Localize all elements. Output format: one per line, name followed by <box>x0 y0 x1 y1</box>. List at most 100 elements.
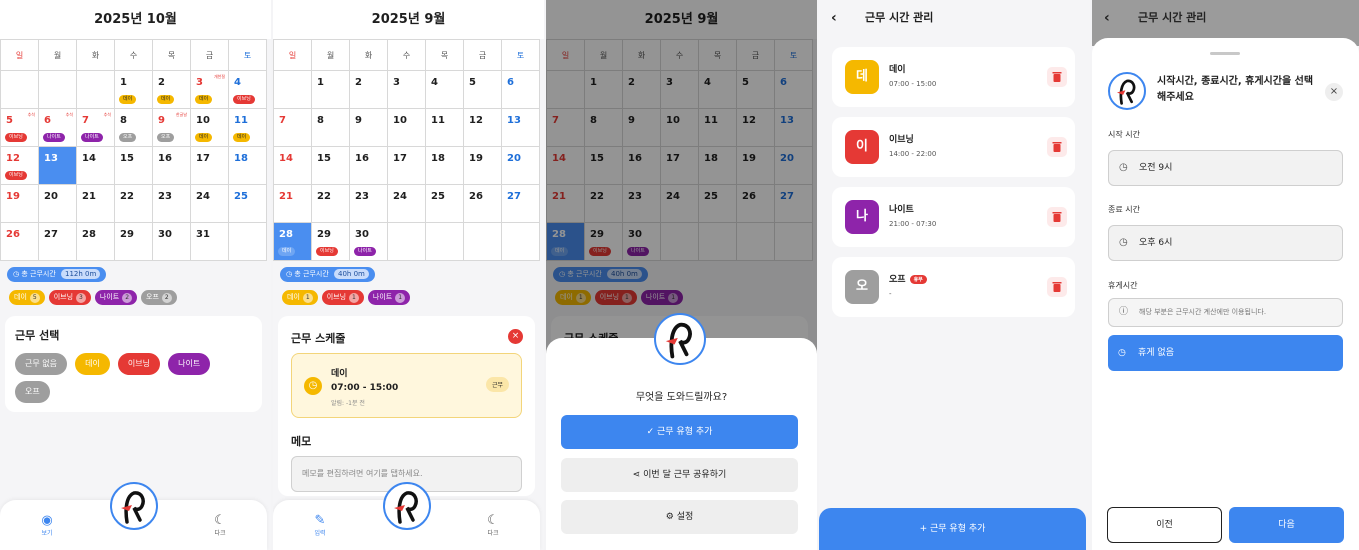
day-cell[interactable]: 20 <box>39 185 77 223</box>
select-evening-button[interactable]: 이브닝 <box>117 353 160 375</box>
day-cell-empty <box>502 223 540 261</box>
day-cell[interactable]: 8 <box>312 109 350 147</box>
mascot-button[interactable] <box>383 482 431 530</box>
day-cell[interactable]: 12 <box>464 109 502 147</box>
next-button[interactable]: 다음 <box>1229 507 1344 543</box>
day-cell-selected[interactable]: 28 데이 <box>274 223 312 261</box>
nav-dark[interactable]: ☾ 다크 <box>200 513 240 538</box>
day-cell[interactable]: 25 <box>229 185 267 223</box>
day-cell-empty <box>229 223 267 261</box>
start-time-field[interactable]: ◷ 오전 9시 <box>1108 150 1343 186</box>
day-cell[interactable]: 6 추석 나이트 <box>39 109 77 147</box>
day-cell[interactable]: 1 <box>312 71 350 109</box>
day-cell[interactable]: 8 오프 <box>115 109 153 147</box>
day-cell[interactable]: 16 <box>153 147 191 185</box>
day-cell[interactable]: 1 데이 <box>115 71 153 109</box>
add-shift-type-button[interactable]: ✓ 근무 유형 추가 <box>561 415 798 449</box>
delete-button[interactable] <box>1047 137 1067 157</box>
select-day-button[interactable]: 데이 <box>75 353 110 375</box>
close-icon[interactable]: × <box>1325 83 1343 101</box>
shift-type-night[interactable]: 나 나이트 21:00 - 07:30 <box>832 187 1075 247</box>
day-cell[interactable]: 23 <box>350 185 388 223</box>
day-cell[interactable]: 18 <box>426 147 464 185</box>
day-cell[interactable]: 29 이브닝 <box>312 223 350 261</box>
share-month-button[interactable]: ⋖ 이번 달 근무 공유하기 <box>561 458 798 492</box>
day-cell[interactable]: 4 이브닝 <box>229 71 267 109</box>
day-cell[interactable]: 14 <box>274 147 312 185</box>
day-cell[interactable]: 21 <box>77 185 115 223</box>
day-cell[interactable]: 14 <box>77 147 115 185</box>
day-cell-selected[interactable]: 13 <box>39 147 77 185</box>
shift-type-day[interactable]: 데 데이 07:00 - 15:00 <box>832 47 1075 107</box>
select-none-button[interactable]: 근무 없음 <box>15 353 67 375</box>
day-cell[interactable]: 19 <box>464 147 502 185</box>
delete-button[interactable] <box>1047 67 1067 87</box>
shift-type-off[interactable]: 오 오프 휴무 - <box>832 257 1075 317</box>
moon-icon: ☾ <box>214 513 226 528</box>
day-cell[interactable]: 21 <box>274 185 312 223</box>
select-night-button[interactable]: 나이트 <box>168 353 211 375</box>
day-cell[interactable]: 27 <box>502 185 540 223</box>
day-cell[interactable]: 7 추석 나이트 <box>77 109 115 147</box>
delete-button[interactable] <box>1047 277 1067 297</box>
end-time-field[interactable]: ◷ 오후 6시 <box>1108 225 1343 261</box>
day-cell[interactable]: 16 <box>350 147 388 185</box>
day-cell[interactable]: 23 <box>153 185 191 223</box>
day-cell[interactable]: 3 개천절 데이 <box>191 71 229 109</box>
nav-view[interactable]: ◉ 보기 <box>27 514 67 538</box>
day-cell[interactable]: 20 <box>502 147 540 185</box>
day-cell[interactable]: 3 <box>388 71 426 109</box>
day-cell[interactable]: 5 <box>464 71 502 109</box>
day-cell[interactable]: 30 나이트 <box>350 223 388 261</box>
settings-button[interactable]: ⚙ 설정 <box>561 500 798 534</box>
day-cell[interactable]: 26 <box>464 185 502 223</box>
day-cell[interactable]: 25 <box>426 185 464 223</box>
no-break-button[interactable]: ◷ 휴게 없음 <box>1108 335 1343 371</box>
day-cell[interactable]: 22 <box>115 185 153 223</box>
day-cell[interactable]: 30 <box>153 223 191 261</box>
day-cell[interactable]: 12 이브닝 <box>1 147 39 185</box>
day-cell[interactable]: 27 <box>39 223 77 261</box>
day-cell[interactable]: 15 <box>312 147 350 185</box>
close-icon[interactable]: × <box>508 329 523 344</box>
day-cell[interactable]: 11 데이 <box>229 109 267 147</box>
shift-type-evening[interactable]: 이 이브닝 14:00 - 22:00 <box>832 117 1075 177</box>
day-cell[interactable]: 29 <box>115 223 153 261</box>
day-cell[interactable]: 5 추석 이브닝 <box>1 109 39 147</box>
day-cell[interactable]: 24 <box>388 185 426 223</box>
day-cell[interactable]: 13 <box>502 109 540 147</box>
day-cell[interactable]: 2 <box>350 71 388 109</box>
prev-button[interactable]: 이전 <box>1107 507 1222 543</box>
day-cell[interactable]: 24 <box>191 185 229 223</box>
mascot-button[interactable] <box>110 482 158 530</box>
day-cell[interactable]: 17 <box>191 147 229 185</box>
day-cell[interactable]: 9 한글날 오프 <box>153 109 191 147</box>
day-cell[interactable]: 26 <box>1 223 39 261</box>
nav-input[interactable]: ✎ 입력 <box>300 514 340 538</box>
day-cell[interactable]: 6 <box>502 71 540 109</box>
day-cell[interactable]: 10 <box>388 109 426 147</box>
day-cell[interactable]: 9 <box>350 109 388 147</box>
day-cell[interactable]: 2 데이 <box>153 71 191 109</box>
time-sheet: 시작시간, 종료시간, 휴게시간을 선택해주세요 × 시작 시간 ◷ 오전 9시… <box>1092 38 1359 550</box>
nav-dark[interactable]: ☾ 다크 <box>473 514 513 538</box>
day-cell[interactable]: 7 <box>274 109 312 147</box>
day-cell[interactable]: 11 <box>426 109 464 147</box>
back-arrow-icon[interactable]: ‹ <box>831 0 837 36</box>
day-cell[interactable]: 15 <box>115 147 153 185</box>
day-cell[interactable]: 28 <box>77 223 115 261</box>
day-cell[interactable]: 18 <box>229 147 267 185</box>
delete-button[interactable] <box>1047 207 1067 227</box>
day-cell[interactable]: 4 <box>426 71 464 109</box>
day-cell[interactable]: 22 <box>312 185 350 223</box>
drag-handle[interactable] <box>1210 52 1240 55</box>
add-shift-type-button[interactable]: + 근무 유형 추가 <box>819 508 1086 550</box>
back-arrow-icon[interactable]: ‹ <box>1104 0 1110 36</box>
month-title: 2025년 10월 <box>0 0 271 39</box>
day-cell[interactable]: 31 <box>191 223 229 261</box>
day-cell[interactable]: 10 데이 <box>191 109 229 147</box>
day-cell[interactable]: 19 <box>1 185 39 223</box>
day-cell[interactable]: 17 <box>388 147 426 185</box>
schedule-entry[interactable]: ◷ 데이 07:00 - 15:00 알림: -1분 전 근무 <box>291 353 522 418</box>
select-off-button[interactable]: 오프 <box>15 381 50 403</box>
